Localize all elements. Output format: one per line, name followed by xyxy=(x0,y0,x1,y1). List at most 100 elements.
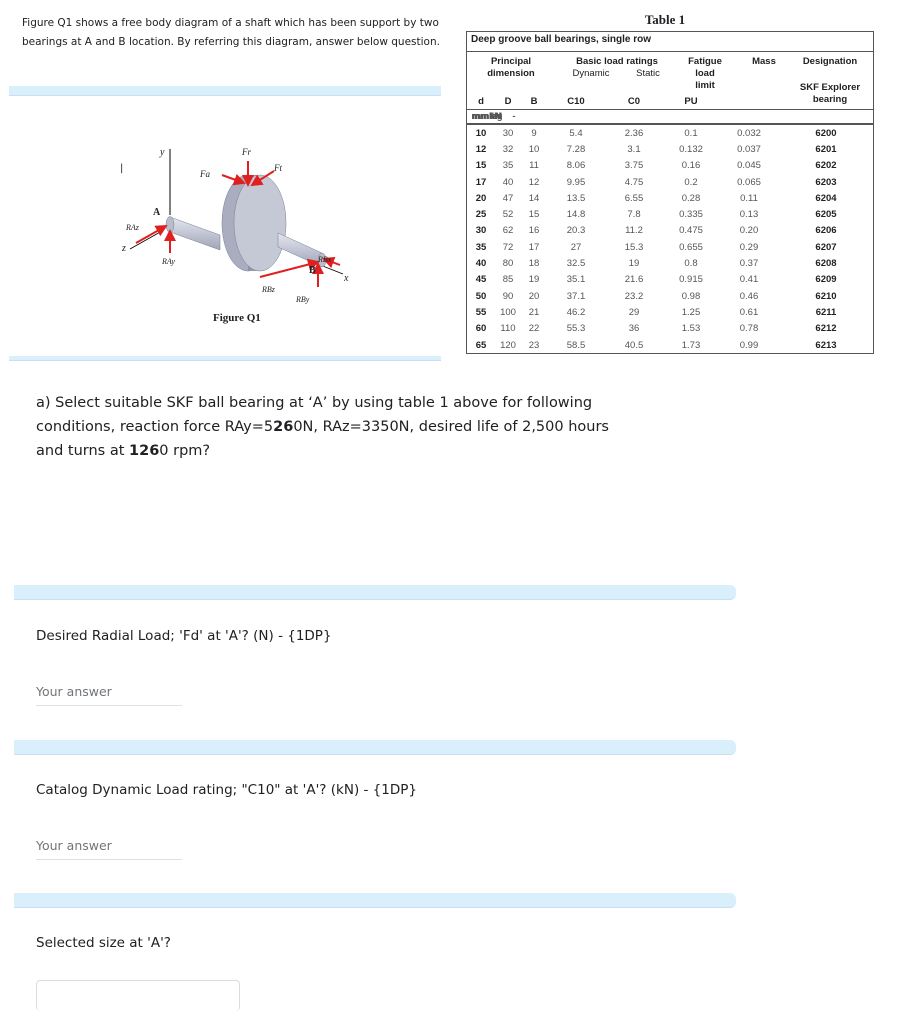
question-text-part: 0 rpm? xyxy=(159,443,211,459)
c10-answer-input[interactable]: Your answer xyxy=(36,838,182,860)
table-cell: 62 xyxy=(502,225,514,237)
table-cell: 6203 xyxy=(815,176,837,188)
table-cell: 17 xyxy=(475,176,487,188)
table-cell: 25 xyxy=(475,209,487,221)
rbx-label: RBx xyxy=(318,255,332,264)
table-cell: 5.4 xyxy=(569,127,583,139)
header-skf-explorer: SKF Explorer xyxy=(799,82,861,93)
table-cell: 35 xyxy=(475,241,487,253)
table-cell: 0.20 xyxy=(739,225,759,237)
table-cell: 65 xyxy=(475,339,487,351)
table-cell: 0.2 xyxy=(684,176,698,188)
table-row: 10 30 9 5.4 2.36 0.1 0.032 6200 xyxy=(467,125,873,141)
fa-label: Fa xyxy=(200,169,210,179)
fd-answer-input[interactable]: Your answer xyxy=(36,684,182,706)
table-cell: 6208 xyxy=(815,258,837,270)
table-row: 50 90 20 37.1 23.2 0.98 0.46 6210 xyxy=(467,288,873,304)
table-cell: 0.132 xyxy=(679,143,703,155)
unit-cell: - xyxy=(512,110,516,122)
table-cell: 7.28 xyxy=(566,143,586,155)
table-cell: 10 xyxy=(475,127,487,139)
shaft-left xyxy=(169,216,221,251)
table-cell: 6201 xyxy=(815,143,837,155)
fr-label: Fr xyxy=(242,147,251,157)
raz-arrow xyxy=(135,225,168,244)
table-cell: 0.46 xyxy=(739,290,759,302)
table-cell: 29 xyxy=(628,306,640,318)
table-cell: 6213 xyxy=(815,339,837,351)
table-row: 30 62 16 20.3 11.2 0.475 0.20 6206 xyxy=(467,223,873,239)
rbz-label: RBz xyxy=(262,285,275,294)
point-b-label: B xyxy=(309,265,316,276)
table-cell: 0.99 xyxy=(739,339,759,351)
table-cell: 36 xyxy=(628,323,640,335)
fd-question-label: Desired Radial Load; 'Fd' at 'A'? (N) - … xyxy=(36,628,332,644)
table-cell: 0.045 xyxy=(737,160,761,172)
table-cell: 0.28 xyxy=(681,192,701,204)
table-cell: 40.5 xyxy=(624,339,644,351)
question-text-part: and turns at xyxy=(36,443,130,459)
question-line-3: and turns at 1260 rpm? xyxy=(36,439,726,463)
table-cell: 58.5 xyxy=(566,339,586,351)
table-row: 17 40 12 9.95 4.75 0.2 0.065 6203 xyxy=(467,174,873,190)
size-question-label: Selected size at 'A'? xyxy=(36,935,171,951)
table-cell: 27 xyxy=(570,241,582,253)
table-cell: 0.98 xyxy=(681,290,701,302)
table-cell: 15.3 xyxy=(624,241,644,253)
header-pu: PU xyxy=(684,96,698,107)
table-cell: 1.73 xyxy=(681,339,701,351)
table-cell: 6205 xyxy=(815,209,837,221)
table-cell: 32.5 xyxy=(566,258,586,270)
table-row: 15 35 11 8.06 3.75 0.16 0.045 6202 xyxy=(467,158,873,174)
table-cell: 90 xyxy=(502,290,514,302)
header-c10: C10 xyxy=(567,96,585,107)
table-cell: 0.065 xyxy=(737,176,761,188)
table-cell: 30 xyxy=(475,225,487,237)
table-cell: 6212 xyxy=(815,323,837,335)
table-cell: 0.13 xyxy=(739,209,759,221)
c10-question-label: Catalog Dynamic Load rating; "C10" at 'A… xyxy=(36,782,417,798)
table-cell: 0.475 xyxy=(679,225,703,237)
table-cell: 23 xyxy=(528,339,540,351)
table-cell: 14 xyxy=(528,192,540,204)
header-static: Static xyxy=(636,68,660,79)
size-dropdown[interactable] xyxy=(36,980,240,1011)
header-designation: Designation xyxy=(802,56,858,67)
header-load: load xyxy=(695,68,715,79)
table-cell: 1.53 xyxy=(681,323,701,335)
table-cell: 72 xyxy=(502,241,514,253)
table-cell: 120 xyxy=(500,339,516,351)
header-dimension: dimension xyxy=(487,68,535,79)
table-cell: 18 xyxy=(528,258,540,270)
table-cell: 8.06 xyxy=(566,160,586,172)
table-cell: 22 xyxy=(528,323,540,335)
table-cell: 6.55 xyxy=(624,192,644,204)
table-cell: 11 xyxy=(529,160,539,172)
table-cell: 1.25 xyxy=(681,306,701,318)
table-cell: 0.16 xyxy=(681,160,701,172)
table-cell: 47 xyxy=(502,192,514,204)
table-cell: 85 xyxy=(502,274,514,286)
table-cell: 40 xyxy=(502,176,514,188)
table-cell: 6207 xyxy=(815,241,837,253)
section-divider xyxy=(14,893,736,908)
header-d: d xyxy=(478,96,484,107)
section-divider xyxy=(9,86,441,96)
table-cell: 0.61 xyxy=(739,306,759,318)
header-principal: Principal xyxy=(490,56,532,67)
table-cell: 12 xyxy=(528,176,540,188)
y-axis-label: y xyxy=(160,147,165,158)
header-mass: Mass xyxy=(752,56,776,67)
table-cell: 0.655 xyxy=(679,241,703,253)
header-bearing: bearing xyxy=(812,94,848,105)
table-cell: 16 xyxy=(528,225,540,237)
table-row: 55 100 21 46.2 29 1.25 0.61 6211 xyxy=(467,304,873,320)
x-axis-label: x xyxy=(344,273,349,284)
section-divider xyxy=(14,585,736,600)
table-cell: 0.1 xyxy=(684,127,698,139)
table-cell: 110 xyxy=(500,323,516,335)
table-row: 45 85 19 35.1 21.6 0.915 0.41 6209 xyxy=(467,272,873,288)
table-cell: 11.2 xyxy=(625,225,643,237)
table-cell: 4.75 xyxy=(624,176,644,188)
header-c0: C0 xyxy=(627,96,641,107)
